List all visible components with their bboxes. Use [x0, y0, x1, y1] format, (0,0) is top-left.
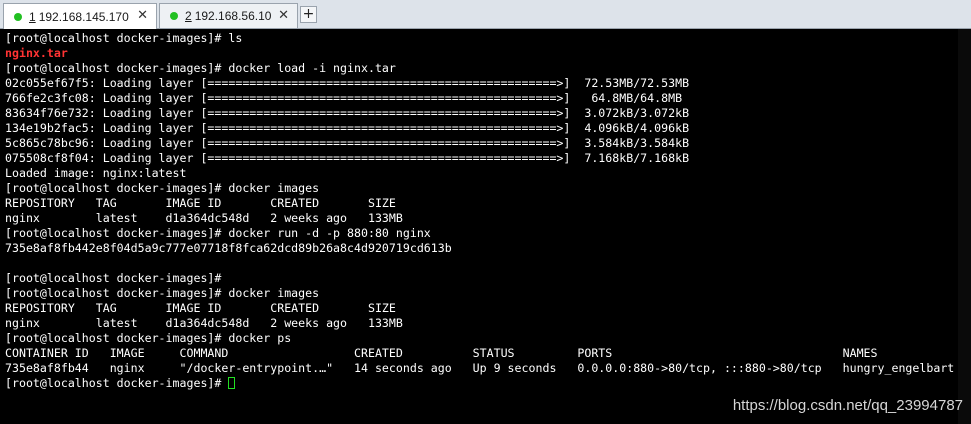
terminal-line: [root@localhost docker-images]# docker l… — [5, 61, 396, 75]
terminal-line: [root@localhost docker-images]# — [5, 271, 222, 285]
terminal-line: REPOSITORY TAG IMAGE ID CREATED SIZE — [5, 301, 396, 315]
terminal-line: 735e8af8fb44 nginx "/docker-entrypoint.…… — [5, 361, 955, 375]
terminal-line: [root@localhost docker-images]# docker i… — [5, 286, 320, 300]
tab-bar: 1 192.168.145.170 ✕ 2 192.168.56.10 ✕ + — [0, 0, 971, 29]
connected-status-icon — [14, 12, 22, 21]
tab-number: 2 — [185, 9, 192, 23]
terminal-line: CONTAINER ID IMAGE COMMAND CREATED STATU… — [5, 346, 878, 360]
terminal-line: nginx latest d1a364dc548d 2 weeks ago 13… — [5, 316, 403, 330]
terminal-line: 735e8af8fb442e8f04d5a9c777e07718f8fca62d… — [5, 241, 452, 255]
tab-host: 192.168.56.10 — [194, 9, 272, 23]
connected-status-icon — [170, 12, 178, 20]
terminal-line: 5c865c78bc96: Loading layer [===========… — [5, 136, 690, 150]
close-icon[interactable]: ✕ — [278, 8, 289, 23]
terminal-line: [root@localhost docker-images]# ls — [5, 31, 243, 45]
terminal-line: nginx.tar — [5, 46, 68, 60]
terminal-line: 766fe2c3fc08: Loading layer [===========… — [5, 91, 683, 105]
terminal-line: 075508cf8f04: Loading layer [===========… — [5, 151, 690, 165]
shell-prompt: [root@localhost docker-images]# — [5, 376, 229, 390]
terminal-output[interactable]: [root@localhost docker-images]# ls nginx.… — [0, 29, 971, 424]
tab-session-1[interactable]: 1 192.168.145.170 ✕ — [3, 3, 157, 29]
tab-session-2[interactable]: 2 192.168.56.10 ✕ — [159, 3, 298, 28]
terminal-line: [root@localhost docker-images]# docker p… — [5, 331, 292, 345]
new-tab-button[interactable]: + — [300, 6, 317, 23]
tab-host: 192.168.145.170 — [38, 9, 129, 24]
terminal-line: 83634f76e732: Loading layer [===========… — [5, 106, 690, 120]
terminal-scrollbar[interactable] — [958, 29, 971, 424]
terminal-line: 134e19b2fac5: Loading layer [===========… — [5, 121, 690, 135]
terminal-line: 02c055ef67f5: Loading layer [===========… — [5, 76, 690, 90]
terminal-line: [root@localhost docker-images]# docker r… — [5, 226, 431, 240]
text-cursor — [228, 377, 236, 389]
terminal-line: REPOSITORY TAG IMAGE ID CREATED SIZE — [5, 196, 396, 210]
terminal-prompt-line[interactable]: [root@localhost docker-images]# — [5, 376, 971, 391]
watermark-text: https://blog.csdn.net/qq_23994787 — [732, 397, 963, 414]
close-icon[interactable]: ✕ — [137, 8, 148, 23]
tab-number: 1 — [29, 9, 36, 24]
terminal-line: Loaded image: nginx:latest — [5, 166, 187, 180]
terminal-line: nginx latest d1a364dc548d 2 weeks ago 13… — [5, 211, 403, 225]
terminal-line: [root@localhost docker-images]# docker i… — [5, 181, 320, 195]
